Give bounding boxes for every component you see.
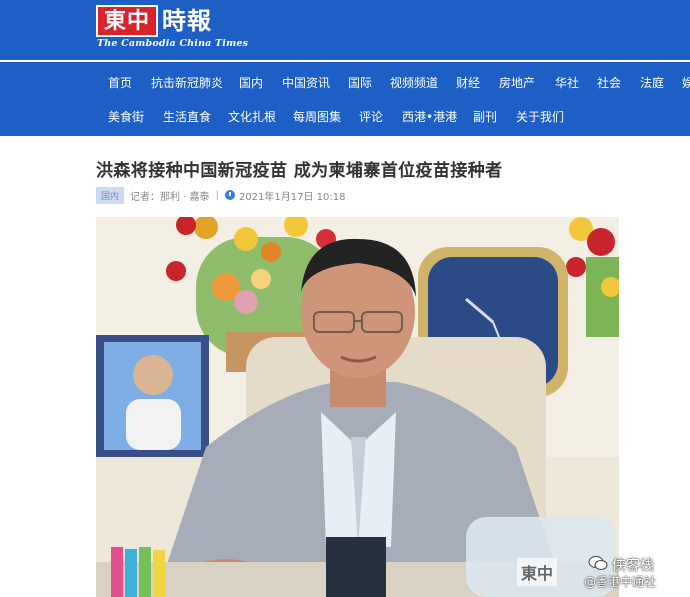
nav-row-1: 首页 抗击新冠肺炎 国内 中国资讯 国际 视频频道 财经 房地产 华社 社会 法… xyxy=(0,62,690,99)
meta-separator: | xyxy=(215,189,219,201)
nav-item-real-estate[interactable]: 房地产 xyxy=(499,62,535,99)
nav-item-food[interactable]: 美食街 xyxy=(108,99,144,136)
nav-item-about[interactable]: 关于我们 xyxy=(516,99,564,136)
nav-row-2: 美食街 生活直食 文化扎根 每周图集 评论 西港•港港 副刊 关于我们 xyxy=(0,99,690,136)
article-title: 洪森将接种中国新冠疫苗 成为柬埔寨首位疫苗接种者 xyxy=(96,161,503,181)
nav-item-society[interactable]: 社会 xyxy=(597,62,621,99)
nav-item-home[interactable]: 首页 xyxy=(108,62,132,99)
watermark-logo-box: 東中 xyxy=(517,558,558,586)
nav-item-supplement[interactable]: 副刊 xyxy=(473,99,497,136)
nav-item-life[interactable]: 生活直食 xyxy=(163,99,211,136)
site-header: 東中 時報 The Cambodia China Times xyxy=(0,0,690,60)
nav-item-sihanoukville[interactable]: 西港•港港 xyxy=(402,99,457,136)
nav-item-video[interactable]: 视频频道 xyxy=(390,62,438,99)
nav-item-entertainment[interactable]: 娱 xyxy=(682,62,690,99)
logo-en: The Cambodia China Times xyxy=(97,38,249,49)
article-meta: 国内 记者：那利 · 嘉泰 | 2021年1月17日 10:18 xyxy=(96,186,346,204)
article-date: 2021年1月17日 10:18 xyxy=(238,191,346,203)
watermark-logo: 東中 xyxy=(517,558,558,586)
article-photo xyxy=(96,217,619,597)
logo-red-box: 東中 xyxy=(96,5,159,37)
category-badge[interactable]: 国内 xyxy=(96,186,125,204)
nav-item-weekly-photos[interactable]: 每周图集 xyxy=(293,99,341,136)
nav-item-chinese-community[interactable]: 华社 xyxy=(555,62,579,99)
nav-item-opinion[interactable]: 评论 xyxy=(359,99,383,136)
nav-item-covid[interactable]: 抗击新冠肺炎 xyxy=(151,62,223,99)
microphones xyxy=(326,537,386,597)
portrait-frame xyxy=(96,335,209,457)
nav-item-culture[interactable]: 文化扎根 xyxy=(228,99,276,136)
nav-item-china-news[interactable]: 中国资讯 xyxy=(282,62,330,99)
photo-illustration xyxy=(96,217,619,597)
wechat-icon xyxy=(588,556,608,570)
watermark-text-2: @香港中通社 xyxy=(584,575,657,589)
nav-item-court[interactable]: 法庭 xyxy=(640,62,664,99)
logo-cn-rest: 時報 xyxy=(162,6,213,35)
site-logo[interactable]: 東中 時報 xyxy=(96,5,212,37)
article-author: 记者：那利 · 嘉泰 xyxy=(130,191,210,203)
clock-icon xyxy=(224,190,235,200)
watermark-text-1: 侠客栈 xyxy=(612,558,654,574)
nav-item-domestic[interactable]: 国内 xyxy=(239,62,263,99)
logo-cn: 東中 xyxy=(104,8,151,34)
nav-item-finance[interactable]: 财经 xyxy=(456,62,480,99)
nav-item-international[interactable]: 国际 xyxy=(348,62,372,99)
main-nav: 首页 抗击新冠肺炎 国内 中国资讯 国际 视频频道 财经 房地产 华社 社会 法… xyxy=(0,62,690,136)
